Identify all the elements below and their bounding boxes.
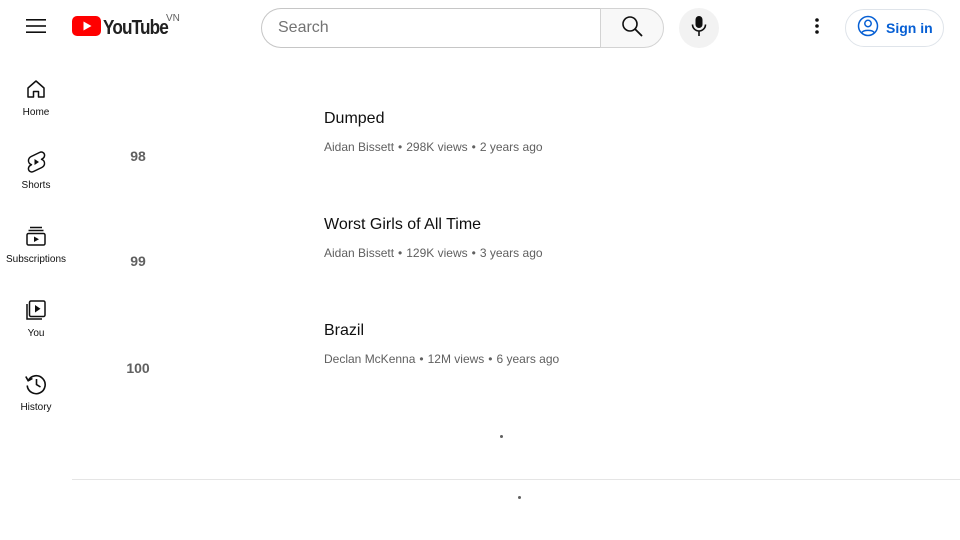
separator-dot: •: [471, 246, 476, 260]
voice-search-button[interactable]: [679, 8, 719, 48]
loading-spinner: [500, 435, 503, 438]
guide-item-label: Subscriptions: [5, 254, 67, 265]
country-code: VN: [166, 13, 180, 24]
home-icon: [24, 77, 48, 101]
guide-item-shorts[interactable]: Shorts: [0, 150, 72, 191]
sign-in-label: Sign in: [886, 20, 933, 36]
hamburger-menu-icon: [26, 18, 46, 39]
view-count: 12M views: [427, 352, 485, 366]
video-rank: 100: [126, 360, 150, 376]
separator-dot: •: [398, 246, 403, 260]
video-title[interactable]: Brazil: [324, 322, 364, 340]
search-icon: [621, 15, 643, 42]
video-title[interactable]: Worst Girls of All Time: [324, 216, 481, 234]
guide-item-history[interactable]: History: [0, 372, 72, 413]
video-rank: 98: [130, 148, 146, 164]
channel-name[interactable]: Declan McKenna: [324, 352, 415, 366]
guide-item-label: History: [20, 402, 52, 413]
account-circle-icon: [857, 15, 879, 42]
playlist-video-row[interactable]: 100 Brazil Declan McKenna • 12M views • 6 ye…: [72, 314, 960, 420]
playlist-video-row[interactable]: 99 Worst Girls of All Time Aidan Bissett…: [72, 208, 960, 314]
separator-dot: •: [471, 140, 476, 154]
youtube-logo[interactable]: YouTube: [72, 15, 179, 41]
guide-item-subscriptions[interactable]: Subscriptions: [0, 224, 72, 265]
guide-item-label: Shorts: [21, 180, 51, 191]
view-count: 298K views: [406, 140, 468, 154]
video-title[interactable]: Dumped: [324, 110, 384, 128]
masthead: YouTube VN Sign in: [0, 0, 960, 56]
guide-item-label: You: [27, 328, 45, 339]
channel-name[interactable]: Aidan Bissett: [324, 140, 394, 154]
view-count: 129K views: [406, 246, 468, 260]
upload-age: 3 years ago: [479, 246, 543, 260]
channel-name[interactable]: Aidan Bissett: [324, 246, 394, 260]
search-input[interactable]: [261, 8, 600, 48]
youtube-play-logo-icon: [72, 15, 101, 41]
logo-wordmark: YouTube: [103, 16, 169, 39]
video-rank: 99: [130, 253, 146, 269]
settings-more-button[interactable]: [797, 8, 837, 48]
shorts-icon: [24, 150, 48, 174]
search-box: [261, 8, 664, 48]
upload-age: 6 years ago: [496, 352, 560, 366]
section-divider: [72, 479, 960, 480]
guide-item-home[interactable]: Home: [0, 77, 72, 118]
history-icon: [24, 372, 48, 396]
guide-item-label: Home: [22, 107, 50, 118]
microphone-icon: [691, 15, 707, 42]
sign-in-button[interactable]: Sign in: [845, 9, 944, 47]
loading-spinner: [518, 496, 521, 499]
more-vertical-icon: [815, 17, 819, 39]
search-button[interactable]: [600, 8, 664, 48]
video-metadata: Aidan Bissett • 129K views • 3 years ago: [324, 246, 543, 260]
separator-dot: •: [419, 352, 424, 366]
separator-dot: •: [398, 140, 403, 154]
subscriptions-icon: [24, 224, 48, 248]
playlist-video-row[interactable]: 98 Dumped Aidan Bissett • 298K views • 2 yea…: [72, 102, 960, 208]
video-metadata: Aidan Bissett • 298K views • 2 years ago: [324, 140, 543, 154]
guide-item-you[interactable]: You: [0, 298, 72, 339]
you-library-icon: [24, 298, 48, 322]
video-metadata: Declan McKenna • 12M views • 6 years ago: [324, 352, 559, 366]
guide-menu-button[interactable]: [16, 8, 56, 48]
upload-age: 2 years ago: [479, 140, 543, 154]
separator-dot: •: [488, 352, 493, 366]
